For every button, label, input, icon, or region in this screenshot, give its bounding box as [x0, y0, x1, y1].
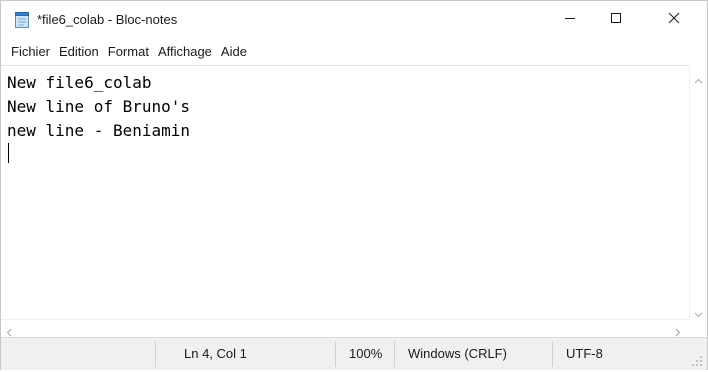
status-divider	[394, 341, 395, 367]
status-divider	[335, 341, 336, 367]
menu-edition[interactable]: Edition	[56, 42, 102, 62]
status-bar: Ln 4, Col 1 100% Windows (CRLF) UTF-8	[1, 337, 707, 370]
editor-line: new line - Beniamin	[7, 121, 191, 140]
notepad-window: *file6_colab - Bloc-notes Fichier Editio…	[0, 0, 708, 370]
menu-fichier[interactable]: Fichier	[8, 42, 53, 62]
status-encoding: UTF-8	[566, 346, 603, 361]
minimize-button[interactable]	[547, 1, 593, 39]
horizontal-scrollbar[interactable]	[1, 319, 689, 337]
maximize-icon	[610, 11, 622, 29]
vertical-scrollbar[interactable]	[689, 65, 707, 319]
status-divider	[552, 341, 553, 367]
scroll-up-arrow-icon[interactable]	[694, 71, 703, 89]
menu-bar: Fichier Edition Format Affichage Aide	[1, 39, 707, 65]
maximize-button[interactable]	[593, 1, 639, 39]
resize-grip-icon[interactable]	[691, 354, 703, 372]
close-button[interactable]	[651, 1, 697, 39]
title-bar[interactable]: *file6_colab - Bloc-notes	[1, 1, 707, 39]
scrollbar-corner	[689, 319, 706, 336]
editor-line: New line of Bruno's	[7, 97, 191, 116]
status-line-ending: Windows (CRLF)	[408, 346, 507, 361]
status-zoom: 100%	[349, 346, 383, 361]
editor-line: New file6_colab	[7, 73, 152, 92]
status-cursor-position: Ln 4, Col 1	[184, 346, 247, 361]
menu-aide[interactable]: Aide	[218, 42, 250, 62]
window-title: *file6_colab - Bloc-notes	[37, 12, 178, 27]
text-caret	[8, 143, 9, 163]
status-divider	[155, 341, 156, 367]
minimize-icon	[564, 11, 576, 29]
menu-affichage[interactable]: Affichage	[155, 42, 215, 62]
menu-format[interactable]: Format	[105, 42, 152, 62]
notepad-icon	[15, 12, 29, 28]
text-editor[interactable]: New file6_colab New line of Bruno's new li…	[1, 65, 689, 320]
editor-content[interactable]: New file6_colab New line of Bruno's new li…	[7, 71, 190, 143]
close-icon	[668, 11, 680, 29]
